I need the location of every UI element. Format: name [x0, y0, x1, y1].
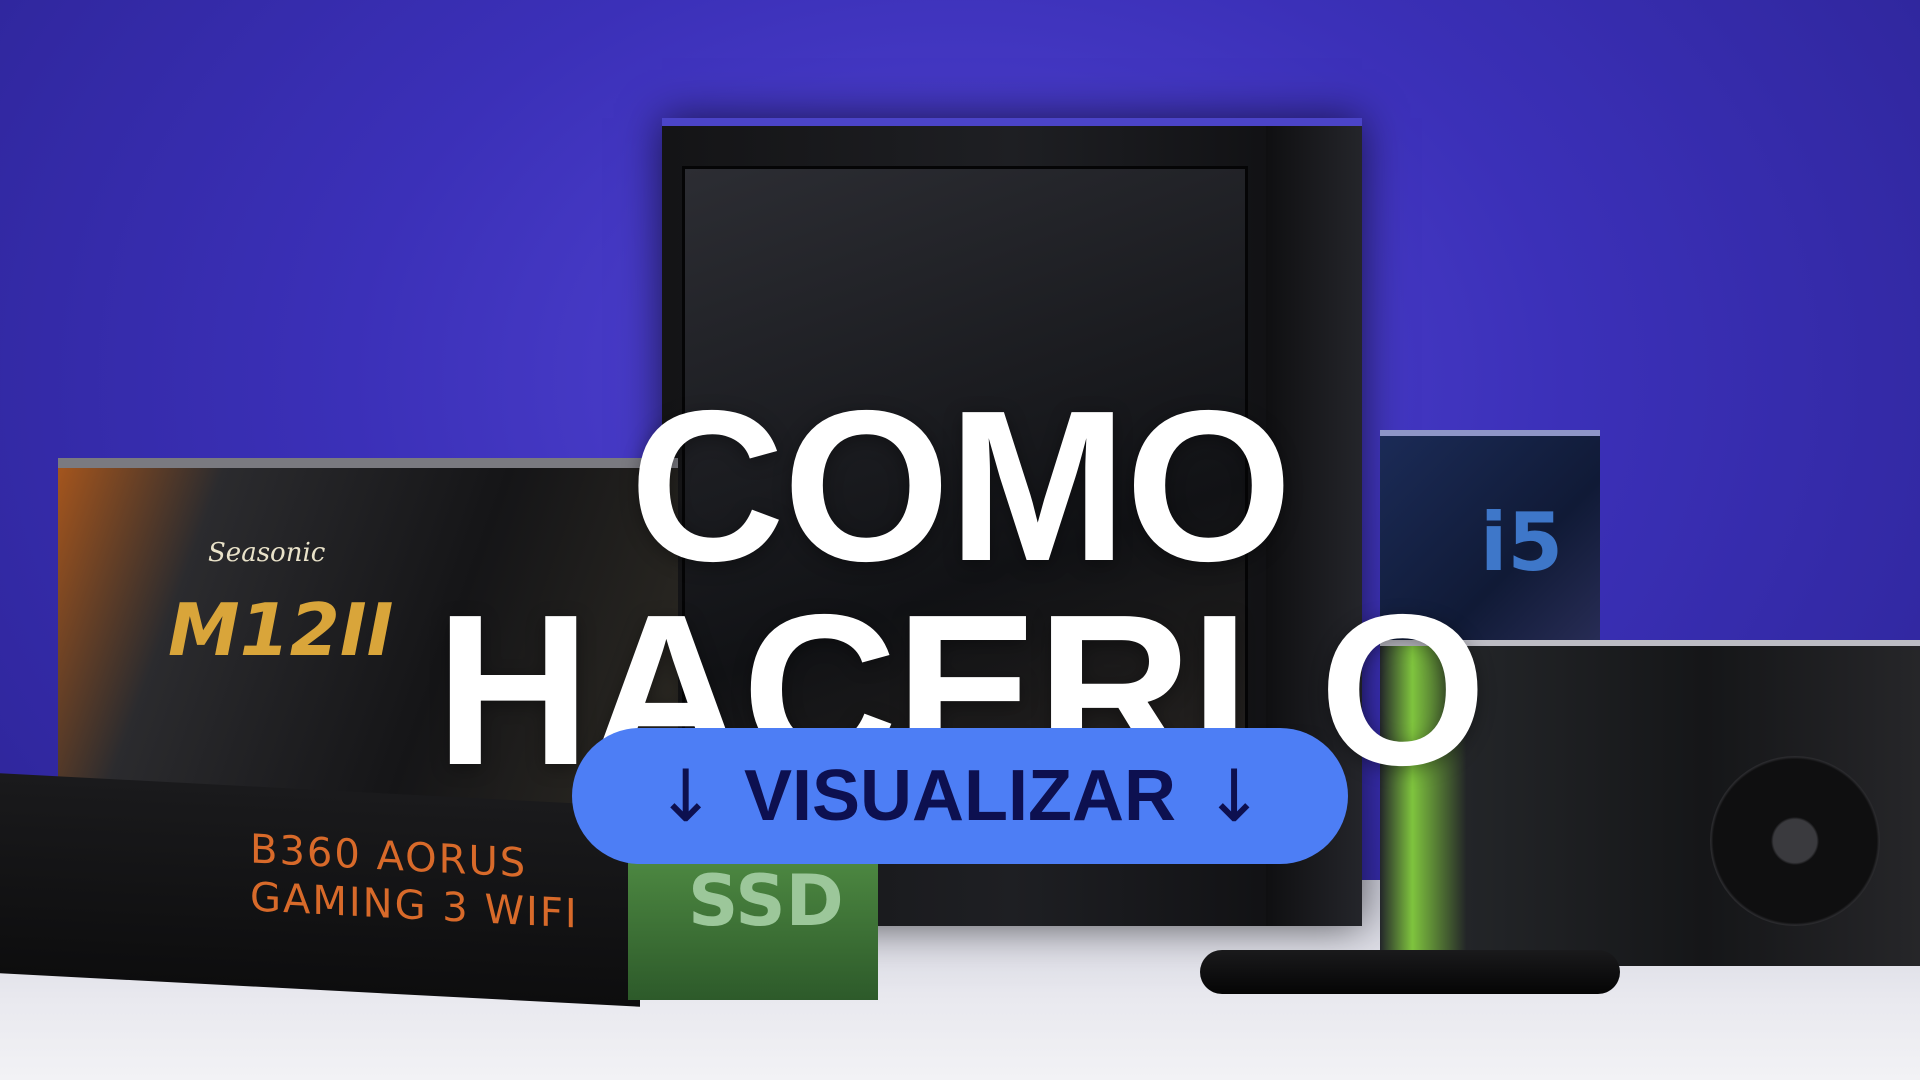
motherboard-series-text: GAMING 3 WIFI: [250, 874, 579, 938]
arrow-down-icon: ↓: [655, 754, 716, 838]
visualizar-button[interactable]: ↓ VISUALIZAR ↓: [572, 728, 1348, 864]
thumbnail-canvas: Seasonic M12II B360 AORUS GAMING 3 WIFI …: [0, 0, 1920, 1080]
arrow-down-icon: ↓: [1204, 754, 1265, 838]
visualizar-button-label: VISUALIZAR: [744, 756, 1176, 836]
ssd-box-image: SSD: [628, 850, 878, 1000]
ssd-text: SSD: [688, 860, 844, 942]
screwdriver-image: [1200, 950, 1620, 994]
title-line-1: COMO: [629, 365, 1293, 607]
